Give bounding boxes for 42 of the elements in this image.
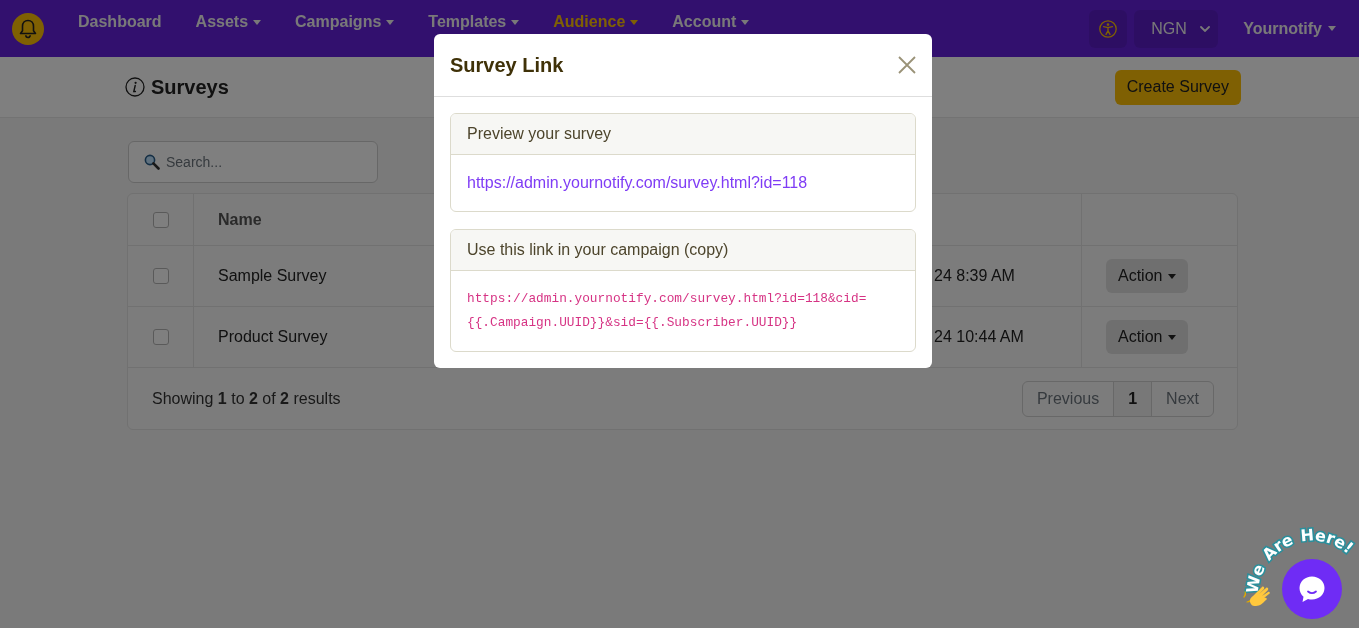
close-button[interactable] (898, 56, 916, 74)
nav-link[interactable]: Audience (553, 13, 639, 31)
speech-bubble-icon (1298, 575, 1326, 603)
info-icon (125, 77, 145, 97)
campaign-link-code: https://admin.yournotify.com/survey.html?id=118&cid={{.Campaign.UUID}}&sid={{.Subscriber.UUID}} (467, 290, 868, 332)
survey-link[interactable]: https://admin.yournotify.com/survey.html?id=118 (467, 171, 808, 195)
chat-button[interactable] (1282, 559, 1342, 619)
action-button[interactable]: Action (1106, 259, 1189, 293)
nav-link[interactable]: Assets (195, 13, 262, 31)
checkbox[interactable] (152, 329, 169, 345)
nav-link[interactable]: Templates (428, 13, 520, 31)
table-cell-text: Product Survey (218, 327, 328, 347)
card-heading: Use this link in your campaign (copy) (467, 240, 729, 260)
pagination-button[interactable]: 1 (1113, 381, 1152, 416)
caret-icon (1168, 273, 1177, 279)
account-menu[interactable]: Yournotify (1243, 16, 1336, 41)
table-cell-text: 24 8:39 AM (934, 266, 1015, 286)
search-field[interactable]: Search... (128, 141, 378, 183)
close-icon (898, 56, 916, 74)
nav-link[interactable]: Campaigns (295, 13, 395, 31)
pagination-button[interactable]: Previous (1022, 381, 1114, 416)
search-icon (144, 154, 160, 170)
caret-icon (1168, 334, 1177, 340)
chat-badge-word: Here! (1299, 525, 1358, 558)
table-cell-text: 24 10:44 AM (934, 327, 1024, 347)
modal-title: Survey Link (450, 53, 564, 78)
create-survey-button[interactable]: Create Survey (1114, 69, 1241, 105)
accessibility-icon (1099, 19, 1118, 38)
checkbox[interactable] (152, 211, 169, 228)
chevron-down-icon (1200, 25, 1211, 32)
nav-link[interactable]: Dashboard (78, 13, 162, 31)
column-header: Name (218, 209, 262, 230)
caret-icon (1328, 26, 1336, 31)
results-summary: Showing 1 to 2 of 2 results (152, 388, 341, 409)
nav-link[interactable]: Account (672, 13, 750, 31)
card-heading: Preview your survey (467, 124, 612, 144)
table-cell-text: Sample Survey (218, 266, 327, 286)
bell-icon[interactable] (12, 12, 44, 45)
checkbox[interactable] (152, 268, 169, 284)
pagination-button[interactable]: Next (1151, 381, 1213, 416)
action-button[interactable]: Action (1106, 320, 1189, 354)
page-title: Surveys (151, 75, 229, 100)
